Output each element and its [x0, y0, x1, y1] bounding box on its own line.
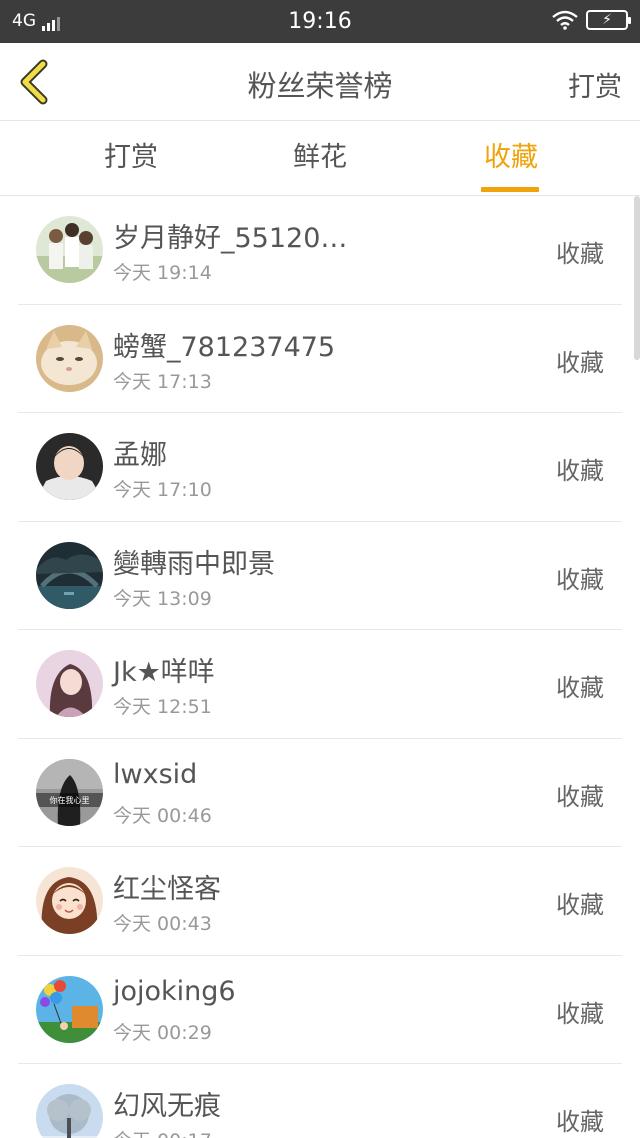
status-right: ⚡: [552, 10, 631, 30]
active-tab-indicator: [481, 187, 539, 192]
fan-time: 今天 17:10: [113, 479, 212, 501]
fan-list[interactable]: 岁月静好_55120… 今天 19:14 收藏 螃蟹_781237475 今天 …: [0, 196, 640, 1138]
scrollbar[interactable]: [634, 196, 640, 360]
fan-time: 今天 19:14: [113, 262, 212, 284]
fan-time: 今天 00:17: [113, 1126, 212, 1138]
tab-reward[interactable]: 打赏: [71, 121, 191, 196]
avatar: [36, 1084, 103, 1138]
avatar: 你在我心里: [36, 758, 103, 826]
fan-name: Jk★咩咩: [113, 657, 215, 688]
fan-name: 幻风无痕: [113, 1091, 221, 1122]
tab-label: 打赏: [104, 142, 158, 173]
avatar: [36, 541, 103, 609]
charging-icon: ⚡: [602, 12, 612, 28]
list-item[interactable]: 你在我心里 lwxsid 今天 00:46 收藏: [18, 739, 622, 847]
tab-bar: 打赏 鲜花 收藏: [0, 121, 640, 196]
favorite-label: 收藏: [556, 457, 604, 485]
fan-name: 岁月静好_55120…: [113, 223, 348, 254]
fan-name: lwxsid: [113, 758, 198, 790]
list-item[interactable]: jojoking6 今天 00:29 收藏: [18, 956, 622, 1064]
avatar: [36, 216, 103, 283]
tab-label: 鲜花: [293, 142, 347, 173]
favorite-label: 收藏: [556, 240, 604, 268]
favorite-label: 收藏: [556, 999, 604, 1028]
tab-flowers[interactable]: 鲜花: [260, 121, 380, 196]
battery-icon: ⚡: [586, 10, 631, 30]
fan-name: 红尘怪客: [113, 874, 221, 905]
fan-name: 變轉雨中即景: [113, 548, 275, 580]
fan-name: 螃蟹_781237475: [113, 331, 336, 363]
list-item[interactable]: 幻风无痕 今天 00:17 收藏: [18, 1064, 622, 1138]
favorite-label: 收藏: [556, 891, 604, 919]
reward-button[interactable]: 打赏: [568, 65, 622, 104]
favorite-label: 收藏: [556, 565, 604, 594]
list-item[interactable]: 岁月静好_55120… 今天 19:14 收藏: [18, 196, 622, 305]
avatar: [36, 324, 103, 392]
favorite-label: 收藏: [556, 782, 604, 811]
wifi-icon: [552, 10, 578, 30]
nav-bar: 粉丝荣誉榜 打赏: [0, 43, 640, 121]
status-time: 19:16: [288, 9, 352, 34]
favorite-label: 收藏: [556, 674, 604, 702]
status-bar: 4G 19:16 ⚡: [0, 0, 640, 43]
fan-time: 今天 00:29: [113, 1021, 212, 1044]
list-item[interactable]: 變轉雨中即景 今天 13:09 收藏: [18, 522, 622, 630]
fan-time: 今天 00:46: [113, 804, 212, 827]
avatar-caption: 你在我心里: [50, 795, 90, 805]
page-title: 粉丝荣誉榜: [247, 69, 393, 103]
fan-time: 今天 12:51: [113, 696, 212, 718]
tab-label: 收藏: [484, 142, 538, 173]
fan-time: 今天 17:13: [113, 370, 212, 393]
avatar: [36, 867, 103, 934]
avatar: [36, 433, 103, 500]
fan-time: 今天 00:43: [113, 913, 212, 935]
tab-favorites[interactable]: 收藏: [451, 121, 571, 196]
favorite-label: 收藏: [556, 1108, 604, 1136]
list-item[interactable]: 红尘怪客 今天 00:43 收藏: [18, 847, 622, 956]
fan-name: jojoking6: [113, 975, 236, 1007]
list-item[interactable]: Jk★咩咩 今天 12:51 收藏: [18, 630, 622, 739]
avatar: [36, 650, 103, 717]
favorite-label: 收藏: [556, 348, 604, 377]
fan-time: 今天 13:09: [113, 587, 212, 610]
list-item[interactable]: 孟娜 今天 17:10 收藏: [18, 413, 622, 522]
list-item[interactable]: 螃蟹_781237475 今天 17:13 收藏: [18, 305, 622, 413]
avatar: [36, 975, 103, 1043]
fan-name: 孟娜: [113, 440, 167, 471]
